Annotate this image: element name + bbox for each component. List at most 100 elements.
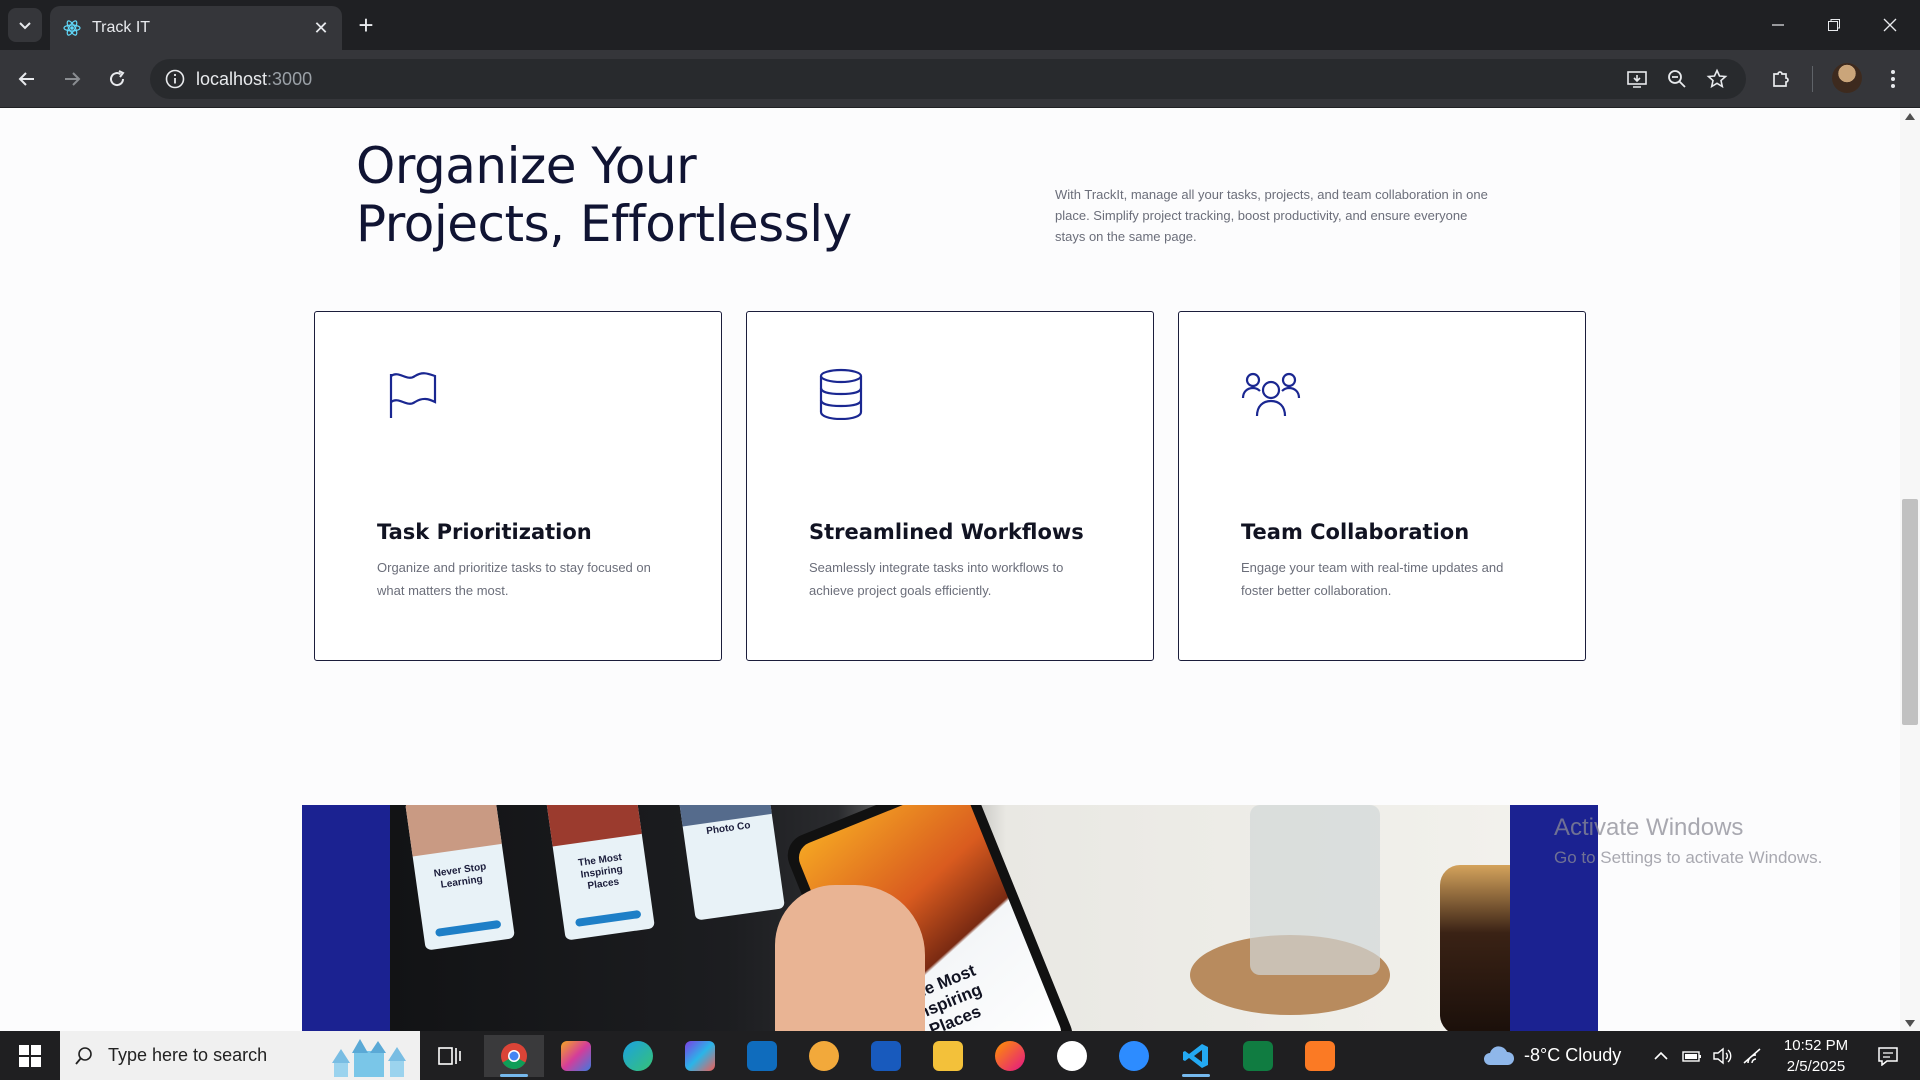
- windows-logo-icon: [19, 1044, 41, 1067]
- clock-date: 2/5/2025: [1786, 1058, 1846, 1075]
- taskbar-firefox[interactable]: [986, 1035, 1034, 1077]
- extensions-button[interactable]: [1764, 62, 1798, 96]
- zoom-out-icon: [1668, 70, 1686, 88]
- back-button[interactable]: [10, 62, 44, 96]
- speaker-icon[interactable]: [1712, 1047, 1732, 1065]
- restore-icon: [1828, 19, 1840, 31]
- weather-widget[interactable]: -8°C Cloudy: [1482, 1031, 1621, 1080]
- running-app-indicator: [1182, 1074, 1210, 1077]
- search-icon: [75, 1046, 92, 1065]
- arrow-right-icon: [65, 72, 81, 86]
- taskbar-zoom[interactable]: [1110, 1035, 1158, 1077]
- taskbar-clock[interactable]: 10:52 PM 2/5/2025: [1772, 1035, 1860, 1077]
- glass-image: [1250, 805, 1380, 975]
- taskbar-word[interactable]: [862, 1035, 910, 1077]
- scroll-up-arrow-icon[interactable]: [1905, 113, 1915, 120]
- hero-title-line1: Organize Your: [356, 137, 697, 195]
- close-window-button[interactable]: [1862, 0, 1918, 50]
- scroll-down-arrow-icon[interactable]: [1905, 1020, 1915, 1027]
- taskbar-chrome[interactable]: [484, 1035, 544, 1077]
- task-view-icon: [438, 1047, 461, 1065]
- profile-avatar[interactable]: [1832, 63, 1862, 93]
- forward-button[interactable]: [55, 62, 89, 96]
- feature-description: Engage your team with real-time updates …: [1241, 560, 1504, 598]
- wifi-icon[interactable]: [1742, 1047, 1762, 1065]
- chevron-up-icon[interactable]: [1652, 1047, 1670, 1065]
- castle-illustration-icon: [332, 1039, 406, 1077]
- new-tab-button[interactable]: +: [352, 12, 380, 40]
- outlook-icon: [747, 1041, 777, 1071]
- kebab-menu-icon: [1891, 70, 1895, 88]
- hero-title-line2: Projects, Effortlessly: [356, 195, 852, 253]
- copilot-icon: [561, 1041, 591, 1071]
- firefox-icon: [995, 1041, 1025, 1071]
- coffee-cup-image: [1440, 865, 1510, 1031]
- notification-center-button[interactable]: [1864, 1031, 1912, 1080]
- toolbar-separator: [1812, 66, 1813, 92]
- active-app-indicator: [500, 1074, 528, 1077]
- banner-photo: Never Stop Learning The Most Inspiring P…: [390, 805, 1510, 1031]
- taskbar-outlook[interactable]: [738, 1035, 786, 1077]
- taskbar-app-store[interactable]: [1048, 1035, 1096, 1077]
- feature-description: Seamlessly integrate tasks into workflow…: [809, 560, 1064, 598]
- taskbar-xampp[interactable]: [1296, 1035, 1344, 1077]
- start-button[interactable]: [0, 1031, 60, 1080]
- react-favicon-icon: [63, 20, 81, 36]
- m365-icon: [685, 1041, 715, 1071]
- edge-icon: [623, 1041, 653, 1071]
- site-info-icon[interactable]: [164, 68, 186, 90]
- team-icon: [1241, 372, 1301, 417]
- minimize-icon: [1772, 24, 1784, 26]
- cloud-icon: [1484, 1045, 1515, 1065]
- chevron-down-icon: [19, 22, 31, 30]
- app-store-icon: [1057, 1041, 1087, 1071]
- arrow-left-icon: [18, 72, 34, 86]
- bookmark-button[interactable]: [1700, 62, 1734, 96]
- install-icon: [1627, 71, 1647, 88]
- url-port: :3000: [267, 68, 313, 89]
- tray-icons: [1652, 1031, 1762, 1080]
- photo-card: The Most Inspiring Places: [544, 805, 655, 941]
- hero-title: Organize Your Projects, Effortlessly: [356, 137, 916, 253]
- hero-banner: Never Stop Learning The Most Inspiring P…: [302, 805, 1598, 1031]
- restore-button[interactable]: [1806, 0, 1862, 50]
- medal-icon: [809, 1041, 839, 1071]
- feature-card-task-prioritization: Task Prioritization Organize and priorit…: [314, 311, 722, 661]
- taskbar-search-box[interactable]: Type here to search: [60, 1031, 420, 1080]
- puzzle-icon: [1773, 71, 1789, 87]
- url-text: localhost:3000: [196, 69, 312, 90]
- taskbar-m365[interactable]: [676, 1035, 724, 1077]
- scroll-thumb[interactable]: [1902, 499, 1918, 725]
- minimize-button[interactable]: [1750, 0, 1806, 50]
- task-view-button[interactable]: [426, 1035, 474, 1077]
- feature-description: Organize and prioritize tasks to stay fo…: [377, 560, 651, 598]
- taskbar-edge[interactable]: [614, 1035, 662, 1077]
- taskbar-copilot[interactable]: [552, 1035, 600, 1077]
- taskbar-project[interactable]: [1234, 1035, 1282, 1077]
- install-app-button[interactable]: [1620, 62, 1654, 96]
- zoom-button[interactable]: [1660, 62, 1694, 96]
- tab-close-icon[interactable]: ✕: [312, 18, 330, 38]
- photo-card-text: Never Stop Learning: [433, 861, 487, 891]
- database-icon: [819, 368, 863, 420]
- hand-image: [775, 885, 925, 1031]
- feature-title: Task Prioritization: [377, 520, 592, 544]
- page-scrollbar[interactable]: [1900, 109, 1920, 1031]
- taskbar-medal-app[interactable]: [800, 1035, 848, 1077]
- feature-title: Streamlined Workflows: [809, 520, 1084, 544]
- tab-search-dropdown-button[interactable]: [8, 8, 42, 42]
- reload-button[interactable]: [100, 62, 134, 96]
- browser-toolbar: localhost:3000: [0, 50, 1920, 108]
- notification-icon: [1878, 1046, 1898, 1066]
- xampp-icon: [1305, 1041, 1335, 1071]
- folder-icon: [933, 1041, 963, 1071]
- address-bar[interactable]: localhost:3000: [150, 59, 1746, 99]
- taskbar-file-explorer[interactable]: [924, 1035, 972, 1077]
- taskbar-vscode[interactable]: [1172, 1035, 1220, 1077]
- browser-menu-button[interactable]: [1876, 62, 1910, 96]
- tab-title: Track IT: [92, 19, 151, 36]
- battery-icon[interactable]: [1682, 1048, 1702, 1064]
- browser-tab-bar: Track IT ✕ +: [0, 0, 1920, 50]
- clock-time: 10:52 PM: [1783, 1037, 1849, 1054]
- browser-tab[interactable]: Track IT ✕: [50, 6, 342, 50]
